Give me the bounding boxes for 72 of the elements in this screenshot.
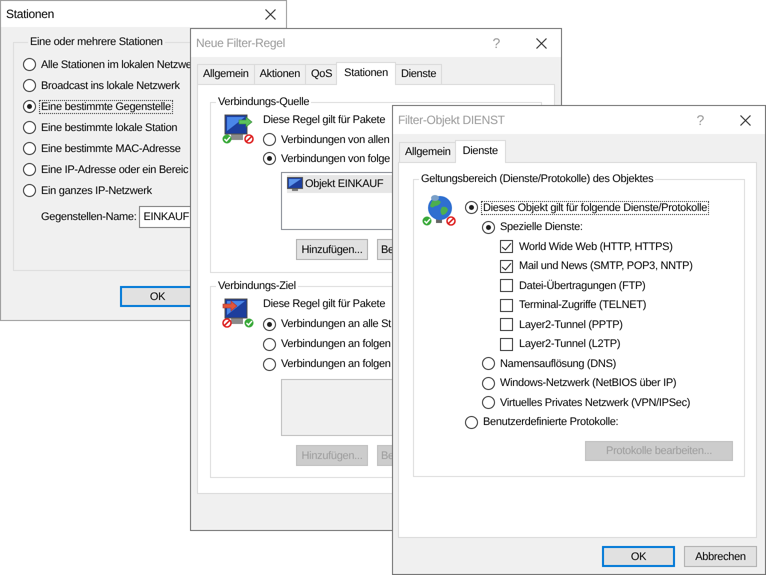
cancel-button[interactable]: Abbrechen xyxy=(684,546,757,567)
radio-button[interactable] xyxy=(465,201,478,214)
monitor-icon xyxy=(222,114,254,144)
radio-button[interactable] xyxy=(482,396,495,410)
radio-label[interactable]: Verbindungen an folgen xyxy=(279,357,393,371)
radio-button[interactable] xyxy=(263,133,276,146)
checkbox[interactable] xyxy=(500,240,513,254)
radio-button[interactable] xyxy=(482,376,495,390)
checkbox-label[interactable]: Layer2-Tunnel (L2TP) xyxy=(517,337,622,352)
checkbox-label[interactable]: Datei-Übertragungen (FTP) xyxy=(517,278,648,293)
radio-button[interactable] xyxy=(23,100,36,113)
group-title: Verbindungs-Quelle xyxy=(217,96,310,108)
description-text: Diese Regel gilt für Pakete xyxy=(263,297,386,312)
radio-label[interactable]: Windows-Netzwerk (NetBIOS über IP) xyxy=(498,376,678,390)
radio-button[interactable] xyxy=(23,163,36,176)
checkbox[interactable] xyxy=(500,260,513,273)
checkbox-label[interactable]: World Wide Web (HTTP, HTTPS) xyxy=(517,240,675,254)
radio-label[interactable]: Namensauflösung (DNS) xyxy=(498,356,618,371)
radio-label[interactable]: Verbindungen an alle St xyxy=(279,317,393,331)
globe-icon xyxy=(422,193,456,227)
radio-label[interactable]: Eine bestimmte Gegenstelle xyxy=(39,100,173,114)
radio-label[interactable]: Spezielle Dienste: xyxy=(498,220,585,234)
description-text: Diese Regel gilt für Pakete xyxy=(263,113,386,128)
monitor-icon xyxy=(287,176,303,192)
close-icon[interactable] xyxy=(265,8,276,20)
radio-label[interactable]: Verbindungen an folgen xyxy=(279,337,393,351)
checkbox[interactable] xyxy=(500,279,513,292)
radio-label[interactable]: Verbindungen von allen xyxy=(279,132,392,146)
tab[interactable]: Dienste xyxy=(454,140,506,163)
radio-button[interactable] xyxy=(23,184,36,197)
close-icon[interactable] xyxy=(740,114,751,126)
monitor-icon xyxy=(222,298,254,328)
checkbox[interactable] xyxy=(500,338,513,351)
radio-label[interactable]: Benutzerdefinierte Protokolle: xyxy=(481,415,620,430)
radio-button[interactable] xyxy=(263,358,276,370)
ok-button[interactable]: OK xyxy=(602,546,675,567)
radio-label[interactable]: Broadcast ins lokale Netzwerk xyxy=(39,78,182,92)
radio-button[interactable] xyxy=(23,58,36,71)
radio-button[interactable] xyxy=(263,318,276,330)
checkbox[interactable] xyxy=(500,298,513,312)
radio-label[interactable]: Eine bestimmte MAC-Adresse xyxy=(39,142,183,156)
tab[interactable]: Dienste xyxy=(394,64,442,84)
group-title: Eine oder mehrere Stationen xyxy=(29,36,164,48)
tab[interactable]: Allgemein xyxy=(399,142,457,162)
radio-button[interactable] xyxy=(465,416,478,429)
tab[interactable]: Allgemein xyxy=(197,64,255,84)
radio-label[interactable]: Alle Stationen im lokalen Netzwe xyxy=(39,58,194,72)
radio-button[interactable] xyxy=(482,357,495,370)
radio-label[interactable]: Ein ganzes IP-Netzwerk xyxy=(39,184,154,198)
radio-button[interactable] xyxy=(23,121,36,134)
window-title: Neue Filter-Regel xyxy=(196,36,285,50)
radio-label[interactable]: Verbindungen von folge xyxy=(279,152,392,166)
radio-label[interactable]: Virtuelles Privates Netzwerk (VPN/IPSec) xyxy=(498,396,692,410)
radio-button[interactable] xyxy=(23,142,36,155)
add-button[interactable]: Hinzufügen... xyxy=(296,239,368,260)
checkbox[interactable] xyxy=(500,318,513,332)
radio-button[interactable] xyxy=(263,338,276,350)
checkbox-label[interactable]: Mail und News (SMTP, POP3, NNTP) xyxy=(517,259,695,274)
radio-button[interactable] xyxy=(263,152,276,165)
radio-button[interactable] xyxy=(482,220,495,234)
radio-label[interactable]: Dieses Objekt gilt für folgende Dienste/Protokolle xyxy=(481,200,710,215)
tab[interactable]: Stationen xyxy=(336,62,396,85)
close-icon[interactable] xyxy=(536,38,547,48)
radio-label[interactable]: Eine IP-Adresse oder ein Bereic xyxy=(39,162,190,176)
checkbox-label[interactable]: Layer2-Tunnel (PPTP) xyxy=(517,318,625,332)
window-title: Stationen xyxy=(6,7,54,21)
window-title: Filter-Objekt DIENST xyxy=(398,113,505,127)
checkbox-label[interactable]: Terminal-Zugriffe (TELNET) xyxy=(517,298,648,312)
group-title: Verbindungs-Ziel xyxy=(217,280,297,292)
radio-label[interactable]: Eine bestimmte lokale Station xyxy=(39,120,180,134)
field-label: Gegenstellen-Name: xyxy=(41,211,136,223)
radio-button[interactable] xyxy=(23,79,36,92)
